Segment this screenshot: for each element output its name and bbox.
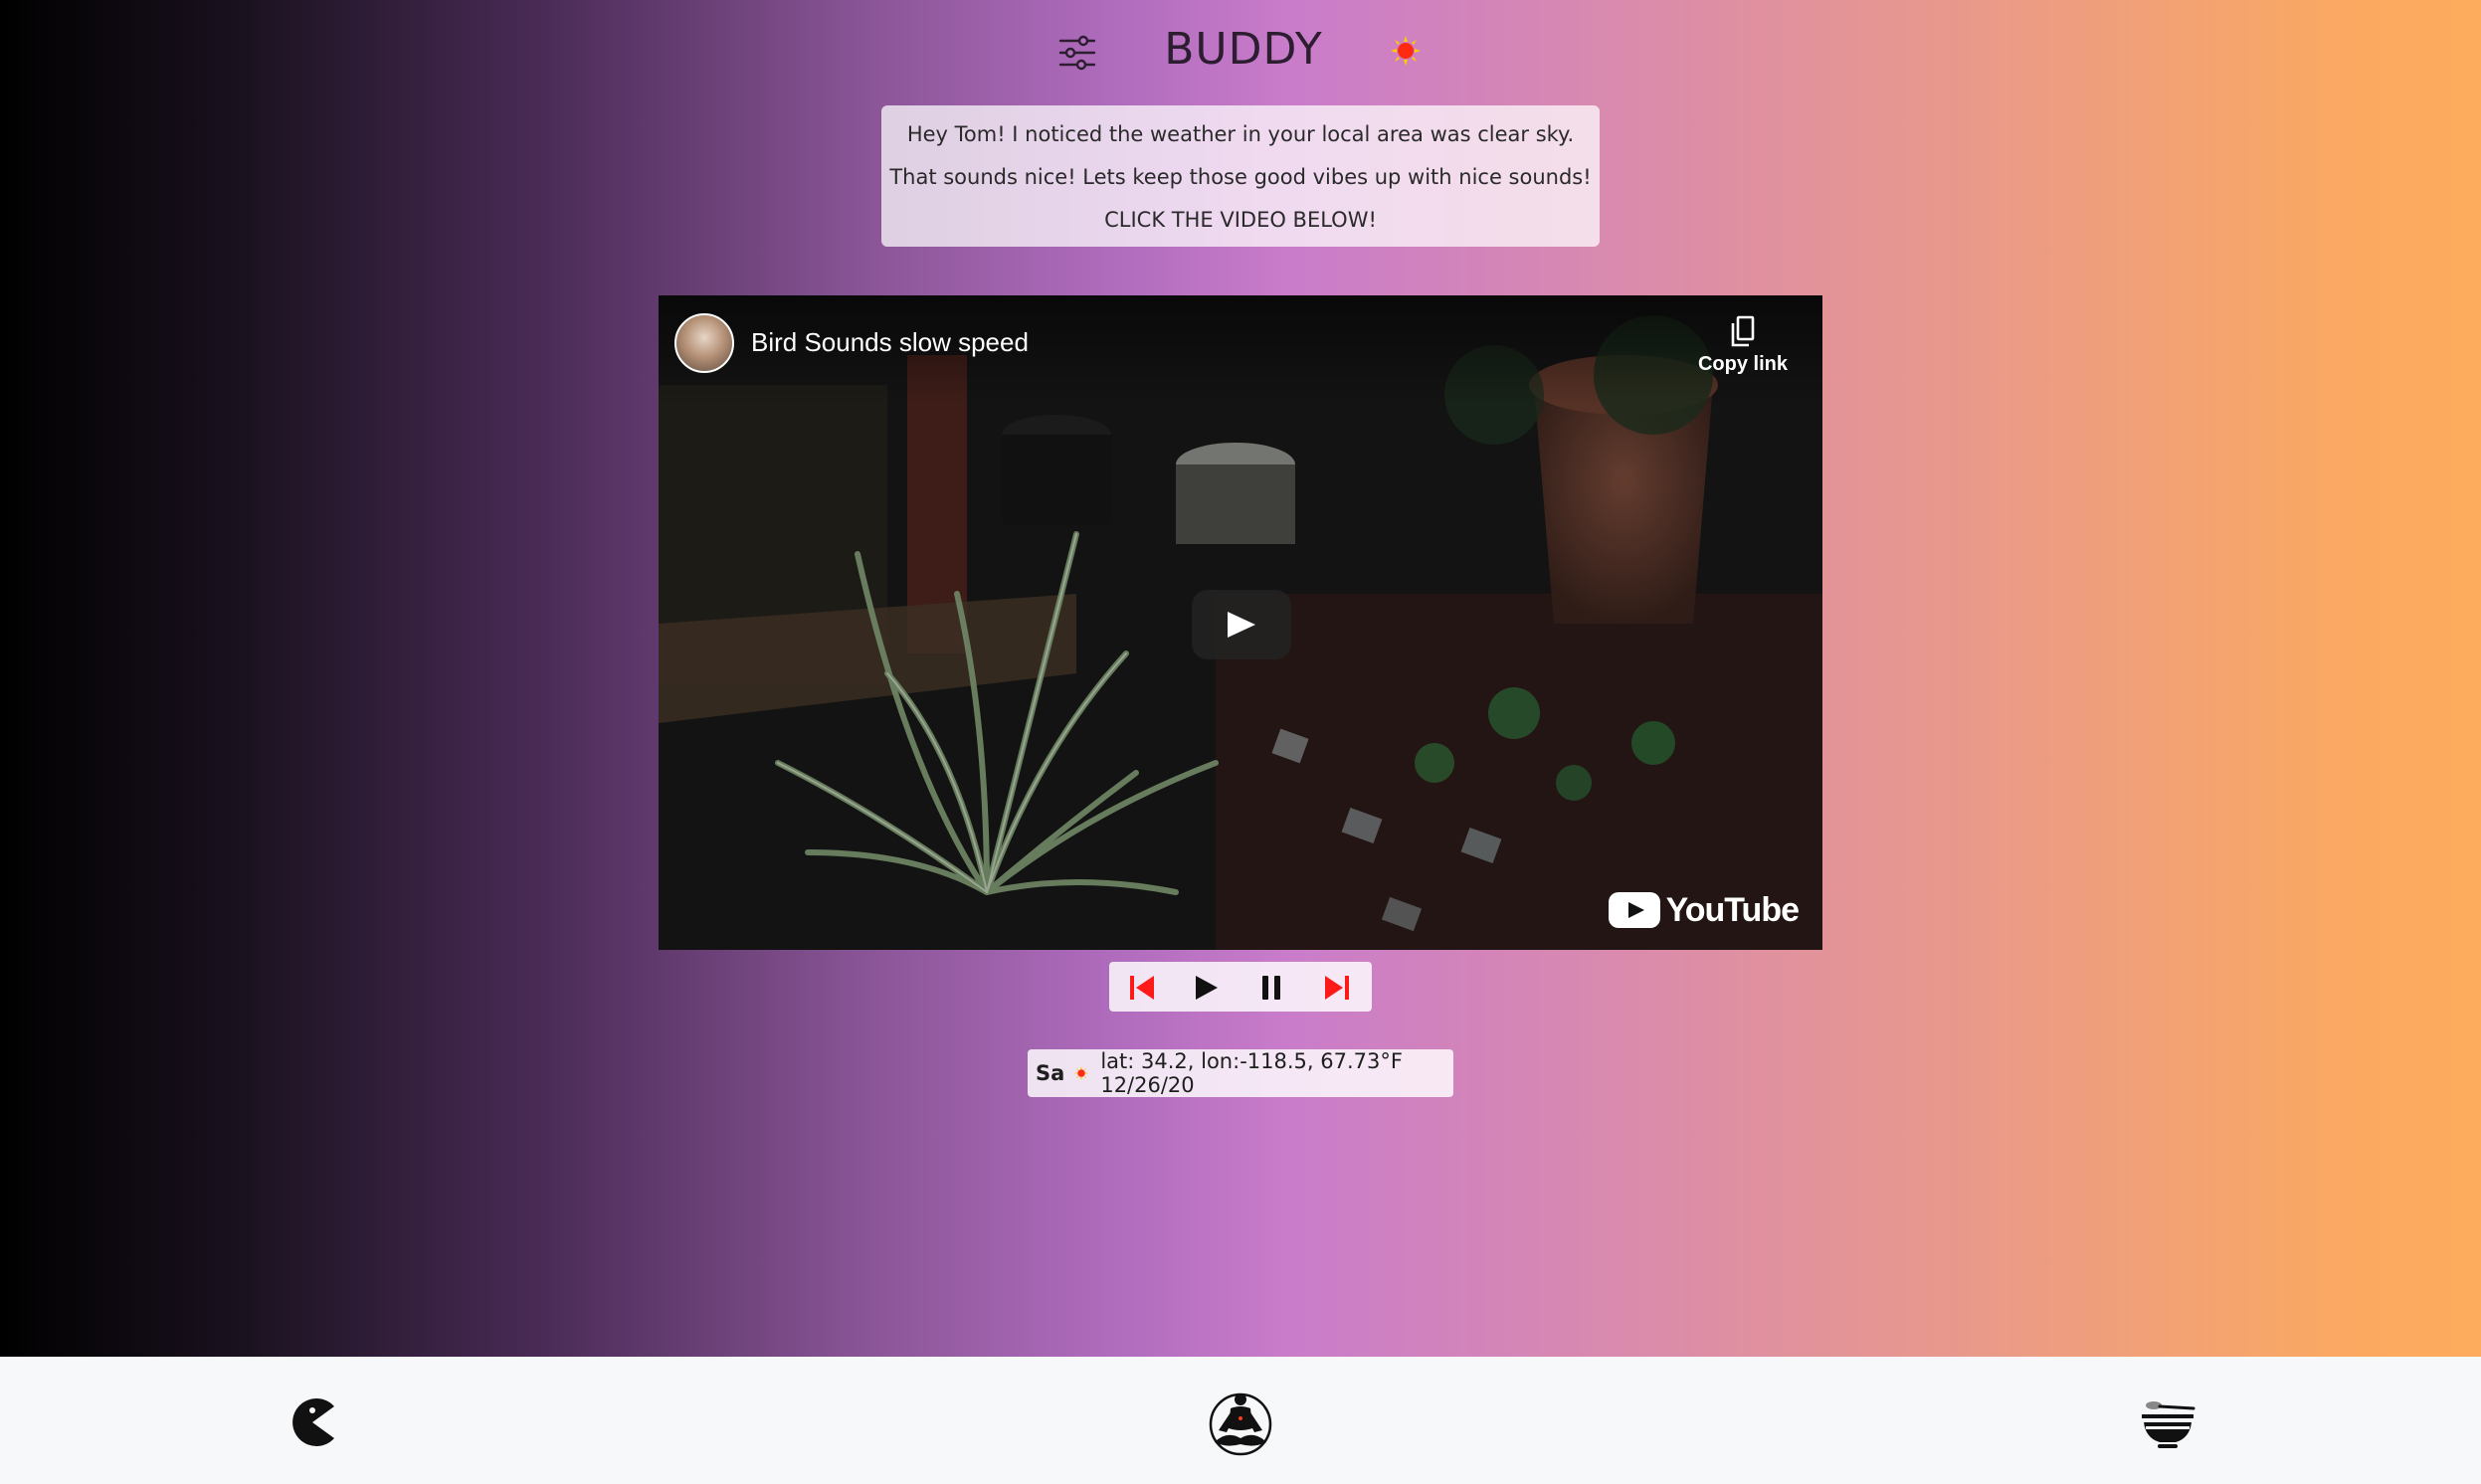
meditation-icon [1209,1392,1272,1456]
pause-icon[interactable] [1256,973,1286,1003]
settings-button[interactable] [1056,32,1098,74]
channel-avatar[interactable] [674,313,734,373]
message-line-2: That sounds nice! Lets keep those good v… [889,165,1592,189]
weather-info-bar: Sa lat: 34.2, lon:-118.5, 67.73°F 12/26/… [1028,1049,1453,1097]
youtube-play-logo-icon [1608,892,1660,928]
bottom-navigation [0,1357,2481,1484]
playback-controls [1109,962,1372,1012]
nav-food[interactable] [2132,1387,2203,1458]
copy-icon [1731,315,1755,347]
skip-next-icon[interactable] [1322,973,1352,1003]
weather-status [1391,36,1421,66]
play-icon [1228,612,1255,638]
weather-message-card: Hey Tom! I noticed the weather in your l… [881,105,1600,247]
youtube-wordmark: YouTube [1665,890,1800,929]
weather-details: lat: 34.2, lon:-118.5, 67.73°F 12/26/20 [1100,1049,1403,1097]
copy-link-label: Copy link [1697,353,1788,375]
sun-icon [1074,1065,1089,1081]
youtube-logo[interactable]: YouTube [1608,890,1800,930]
copy-link-button[interactable]: Copy link [1693,315,1793,376]
nav-game[interactable] [277,1387,348,1458]
skip-previous-icon[interactable] [1127,973,1157,1003]
message-line-1: Hey Tom! I noticed the weather in your l… [906,122,1575,146]
message-call-to-action: CLICK THE VIDEO BELOW! [1104,208,1377,232]
video-title[interactable]: Bird Sounds slow speed [751,327,1029,358]
weekday-label: Sa [1036,1061,1065,1085]
pacman-icon [292,1398,334,1446]
nav-meditation[interactable] [1205,1387,1276,1458]
app-background: BUDDY Hey Tom! I noticed the weather in … [0,0,2481,1357]
bowl-icon [2142,1401,2195,1448]
video-play-button[interactable] [1192,590,1291,659]
app-title: BUDDY [1164,24,1323,75]
play-icon[interactable] [1191,973,1221,1003]
header: BUDDY [0,20,2481,84]
sliders-icon [1058,35,1096,71]
sun-icon [1391,36,1421,66]
youtube-video-player[interactable]: Bird Sounds slow speed Copy link YouTube [659,295,1822,950]
